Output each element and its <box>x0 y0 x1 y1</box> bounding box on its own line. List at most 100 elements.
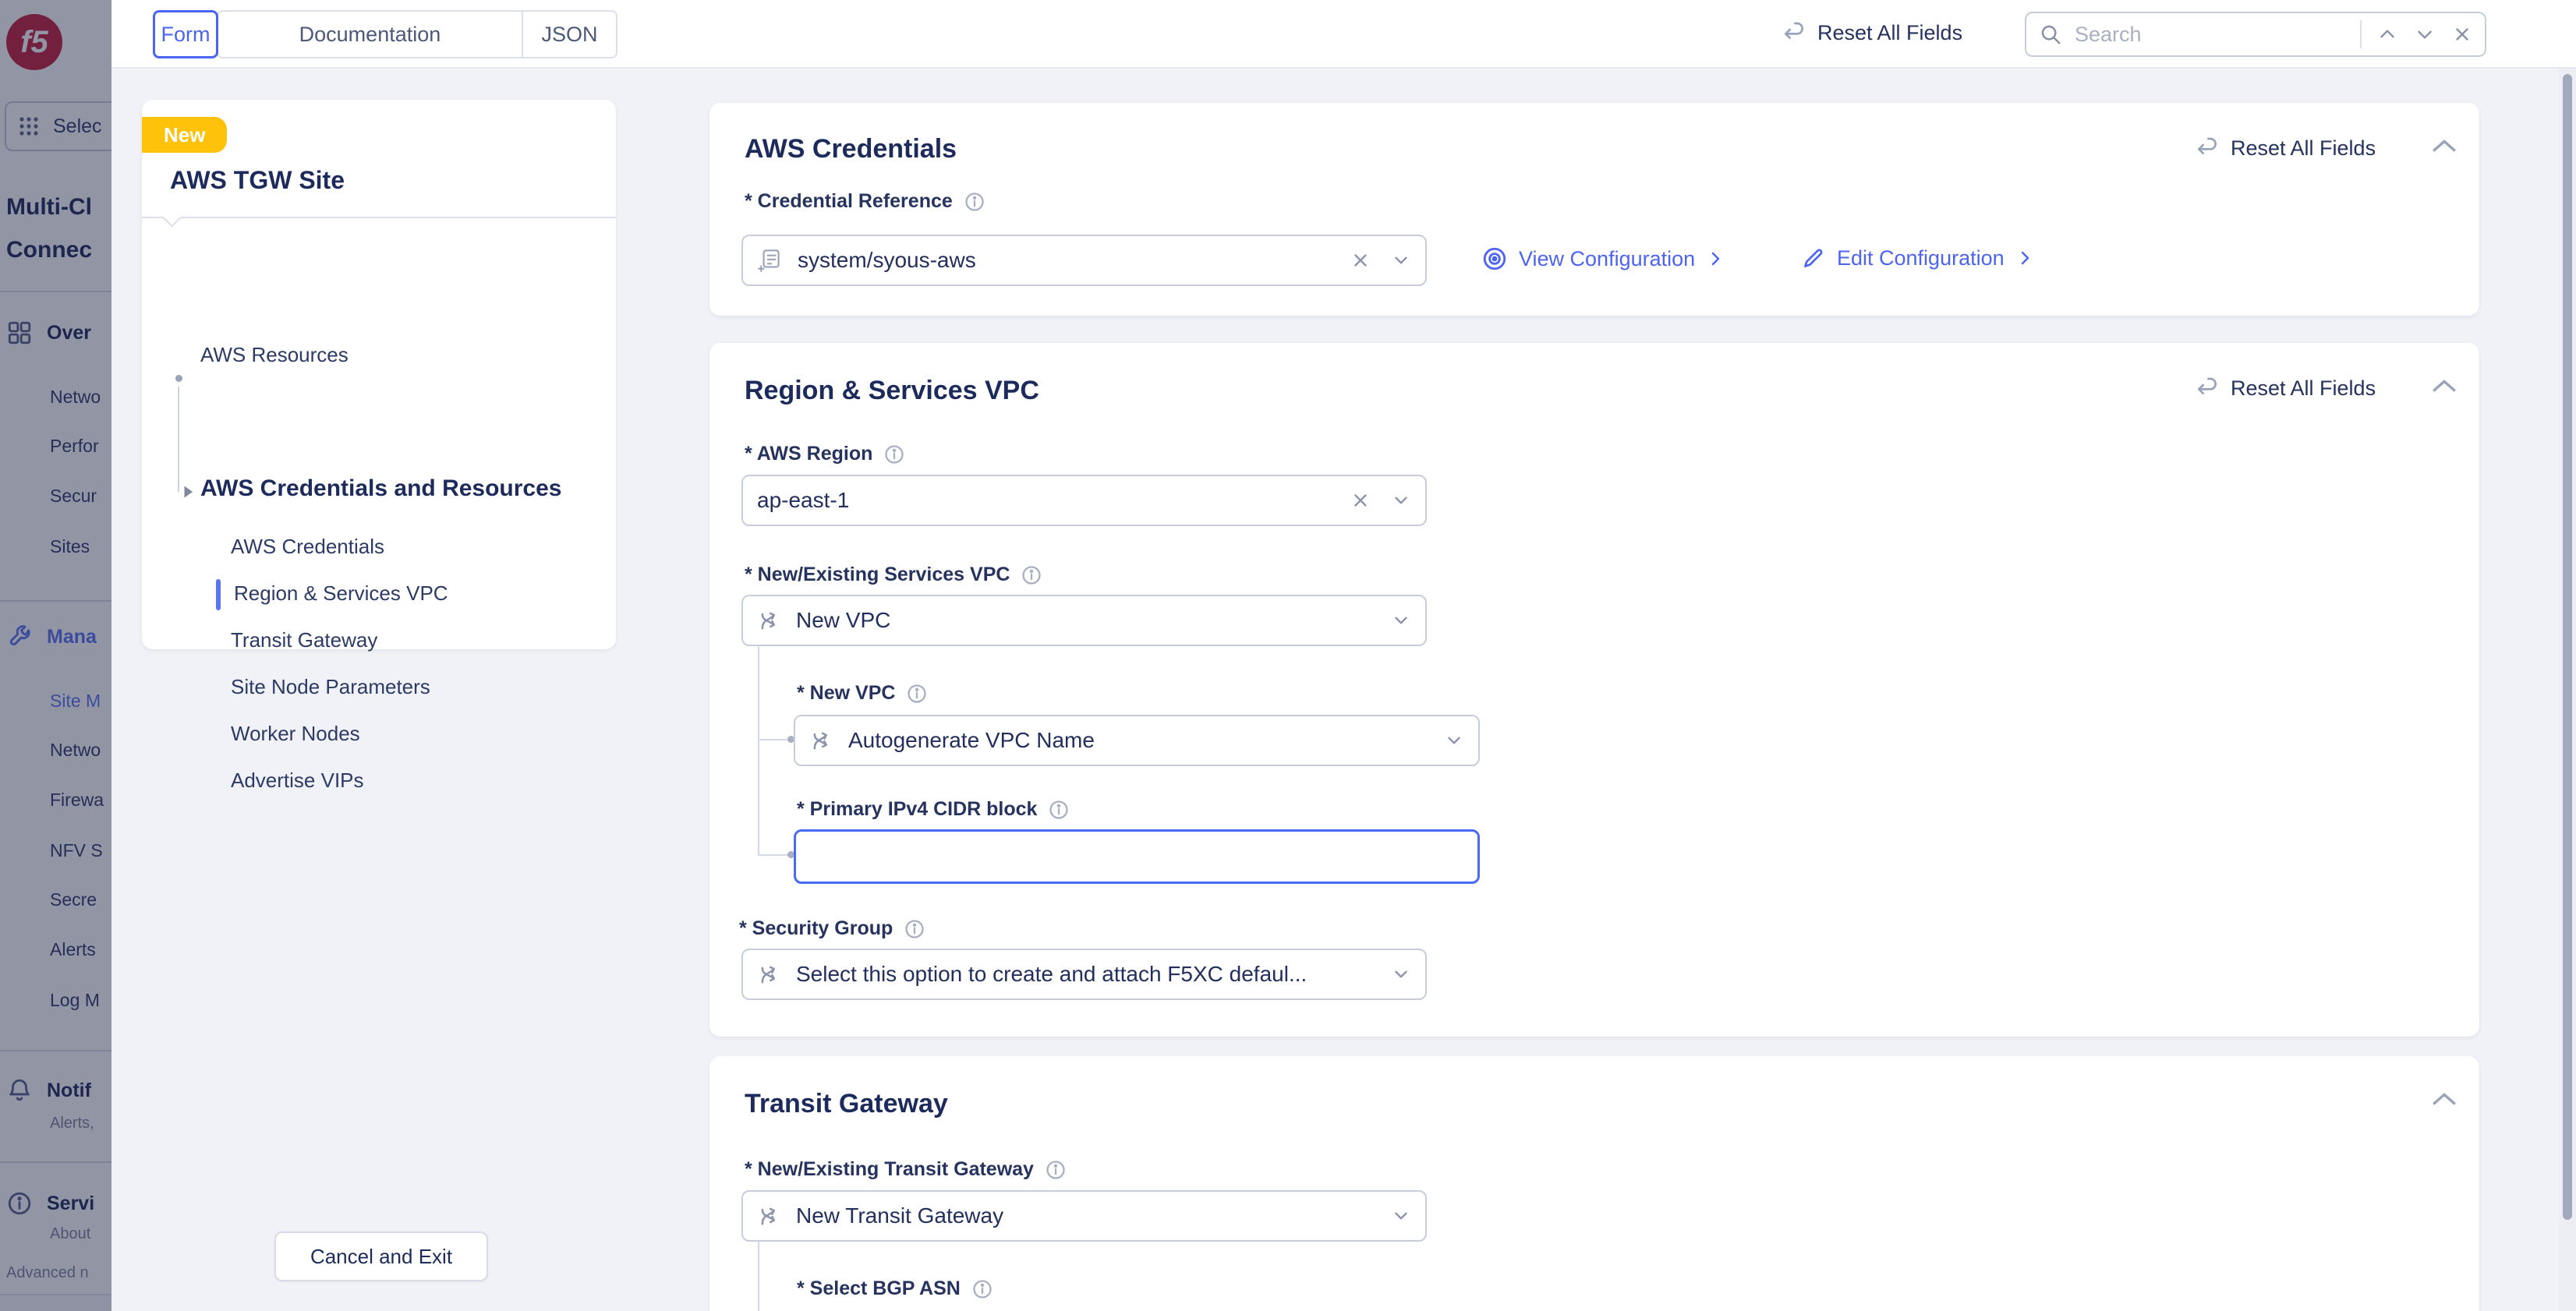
tree-line <box>758 1242 759 1311</box>
tgw-label: * New/Existing Transit Gateway <box>745 1158 1067 1181</box>
reset-all-fields-label: Reset All Fields <box>1817 21 1962 45</box>
reset-all-fields-card1[interactable]: Reset All Fields <box>2195 136 2376 161</box>
scrollbar-thumb[interactable] <box>2563 74 2572 1220</box>
chevron-down-icon[interactable] <box>1391 964 1411 984</box>
search-close-icon[interactable] <box>2452 24 2472 44</box>
form-nav-item-aws-credentials[interactable]: AWS Credentials <box>231 535 384 559</box>
collapse-card2-icon[interactable] <box>2431 377 2457 394</box>
chevron-down-icon[interactable] <box>1444 730 1464 751</box>
reset-all-fields-top[interactable]: Reset All Fields <box>1782 20 1962 45</box>
collapse-card1-icon[interactable] <box>2431 137 2457 154</box>
form-nav-item-site-node-parameters[interactable]: Site Node Parameters <box>231 675 430 699</box>
pencil-icon <box>1801 246 1826 270</box>
credential-reference-label: * Credential Reference <box>745 190 985 213</box>
card-title: Transit Gateway <box>745 1089 948 1119</box>
services-vpc-select[interactable]: New VPC <box>741 595 1427 646</box>
collapse-card3-icon[interactable] <box>2431 1090 2457 1108</box>
services-vpc-value: New VPC <box>796 608 1377 633</box>
tree-line <box>178 387 179 492</box>
security-group-label: * Security Group <box>739 917 925 940</box>
search-input[interactable] <box>2073 22 2349 48</box>
tab-label: JSON <box>541 23 597 47</box>
one-of-branch-icon <box>757 962 782 987</box>
security-group-value: Select this option to create and attach … <box>796 962 1377 987</box>
tab-json[interactable]: JSON <box>522 12 616 57</box>
chevron-right-icon <box>1706 249 1725 268</box>
tab-label: Form <box>161 23 211 47</box>
info-icon[interactable] <box>883 443 905 465</box>
form-nav-item-aws-credentials-and-resources[interactable]: AWS Credentials and Resources <box>200 475 561 502</box>
new-vpc-select[interactable]: Autogenerate VPC Name <box>794 715 1480 766</box>
security-group-select[interactable]: Select this option to create and attach … <box>741 949 1427 1000</box>
info-icon[interactable] <box>971 1278 993 1300</box>
services-vpc-label: * New/Existing Services VPC <box>745 564 1042 586</box>
card-aws-credentials: AWS Credentials Reset All Fields * Crede… <box>709 103 2479 316</box>
eye-icon <box>1481 246 1508 272</box>
chevron-down-icon[interactable] <box>1391 1206 1411 1226</box>
form-nav-item-advertise-vips[interactable]: Advertise VIPs <box>231 769 364 793</box>
credential-reference-select[interactable]: system/syous-aws <box>741 235 1427 286</box>
info-icon[interactable] <box>1045 1159 1067 1181</box>
cidr-input[interactable] <box>794 829 1480 884</box>
card-title: Region & Services VPC <box>745 376 1039 406</box>
info-icon[interactable] <box>964 191 985 213</box>
info-icon[interactable] <box>1021 564 1042 586</box>
card-transit-gateway: Transit Gateway * New/Existing Transit G… <box>709 1056 2479 1311</box>
tree-arrow-icon <box>181 485 195 499</box>
tree-line <box>758 646 759 856</box>
topbar: Form Documentation JSON Reset All Fields <box>111 0 2576 69</box>
tree-bullet <box>175 375 182 382</box>
cidr-label: * Primary IPv4 CIDR block <box>797 798 1070 821</box>
divider <box>142 217 616 218</box>
form-page: New AWS TGW Site AWS Resources AWS Crede… <box>111 69 2576 1311</box>
chevron-down-icon[interactable] <box>1391 490 1411 511</box>
form-nav-item-aws-resources[interactable]: AWS Resources <box>200 343 349 367</box>
sidebar-dim-overlay <box>0 0 111 1311</box>
search-prev-icon[interactable] <box>2377 24 2397 44</box>
reset-icon <box>2195 136 2220 161</box>
collapse-notch <box>162 208 181 227</box>
object-reference-icon <box>757 247 784 274</box>
selected-indicator <box>216 579 221 610</box>
info-icon[interactable] <box>906 683 928 705</box>
search-icon <box>2039 23 2062 46</box>
chevron-down-icon[interactable] <box>1391 250 1411 270</box>
form-nav-item-transit-gateway[interactable]: Transit Gateway <box>231 628 377 652</box>
new-vpc-label: * New VPC <box>797 682 928 705</box>
form-nav-panel: New AWS TGW Site AWS Resources AWS Crede… <box>142 100 616 649</box>
one-of-branch-icon <box>809 728 834 753</box>
aws-region-label: * AWS Region <box>745 443 905 465</box>
card-title: AWS Credentials <box>745 134 957 164</box>
one-of-branch-icon <box>757 608 782 633</box>
new-vpc-value: Autogenerate VPC Name <box>848 728 1430 753</box>
tab-documentation[interactable]: Documentation <box>218 12 522 57</box>
clear-icon[interactable] <box>1350 490 1371 511</box>
info-icon[interactable] <box>1048 799 1070 821</box>
form-nav-item-region-services-vpc[interactable]: Region & Services VPC <box>234 581 448 606</box>
info-icon[interactable] <box>904 918 925 940</box>
new-badge: New <box>142 117 227 153</box>
cancel-and-exit-button[interactable]: Cancel and Exit <box>274 1231 488 1281</box>
chevron-down-icon[interactable] <box>1391 610 1411 631</box>
bgp-asn-label: * Select BGP ASN <box>797 1277 993 1300</box>
tab-label: Documentation <box>299 23 441 47</box>
reset-all-fields-card2[interactable]: Reset All Fields <box>2195 376 2376 401</box>
reset-icon <box>2195 376 2220 401</box>
tgw-value: New Transit Gateway <box>796 1203 1377 1228</box>
form-nav-title: AWS TGW Site <box>170 166 345 195</box>
search-box <box>2025 12 2486 57</box>
edit-configuration-link[interactable]: Edit Configuration <box>1801 246 2034 270</box>
chevron-right-icon <box>2015 249 2034 267</box>
clear-icon[interactable] <box>1350 250 1371 270</box>
search-next-icon[interactable] <box>2415 24 2435 44</box>
one-of-branch-icon <box>757 1203 782 1228</box>
credential-reference-value: system/syous-aws <box>798 248 1336 273</box>
tgw-select[interactable]: New Transit Gateway <box>741 1190 1427 1242</box>
tab-group: Documentation JSON <box>217 10 617 58</box>
tab-form[interactable]: Form <box>153 10 218 58</box>
view-configuration-link[interactable]: View Configuration <box>1481 246 1725 272</box>
screen: f5 Selec Multi-Cl Connec <box>0 0 2576 1311</box>
form-nav-item-worker-nodes[interactable]: Worker Nodes <box>231 722 360 746</box>
aws-region-select[interactable]: ap-east-1 <box>741 475 1427 526</box>
aws-region-value: ap-east-1 <box>757 488 1336 513</box>
